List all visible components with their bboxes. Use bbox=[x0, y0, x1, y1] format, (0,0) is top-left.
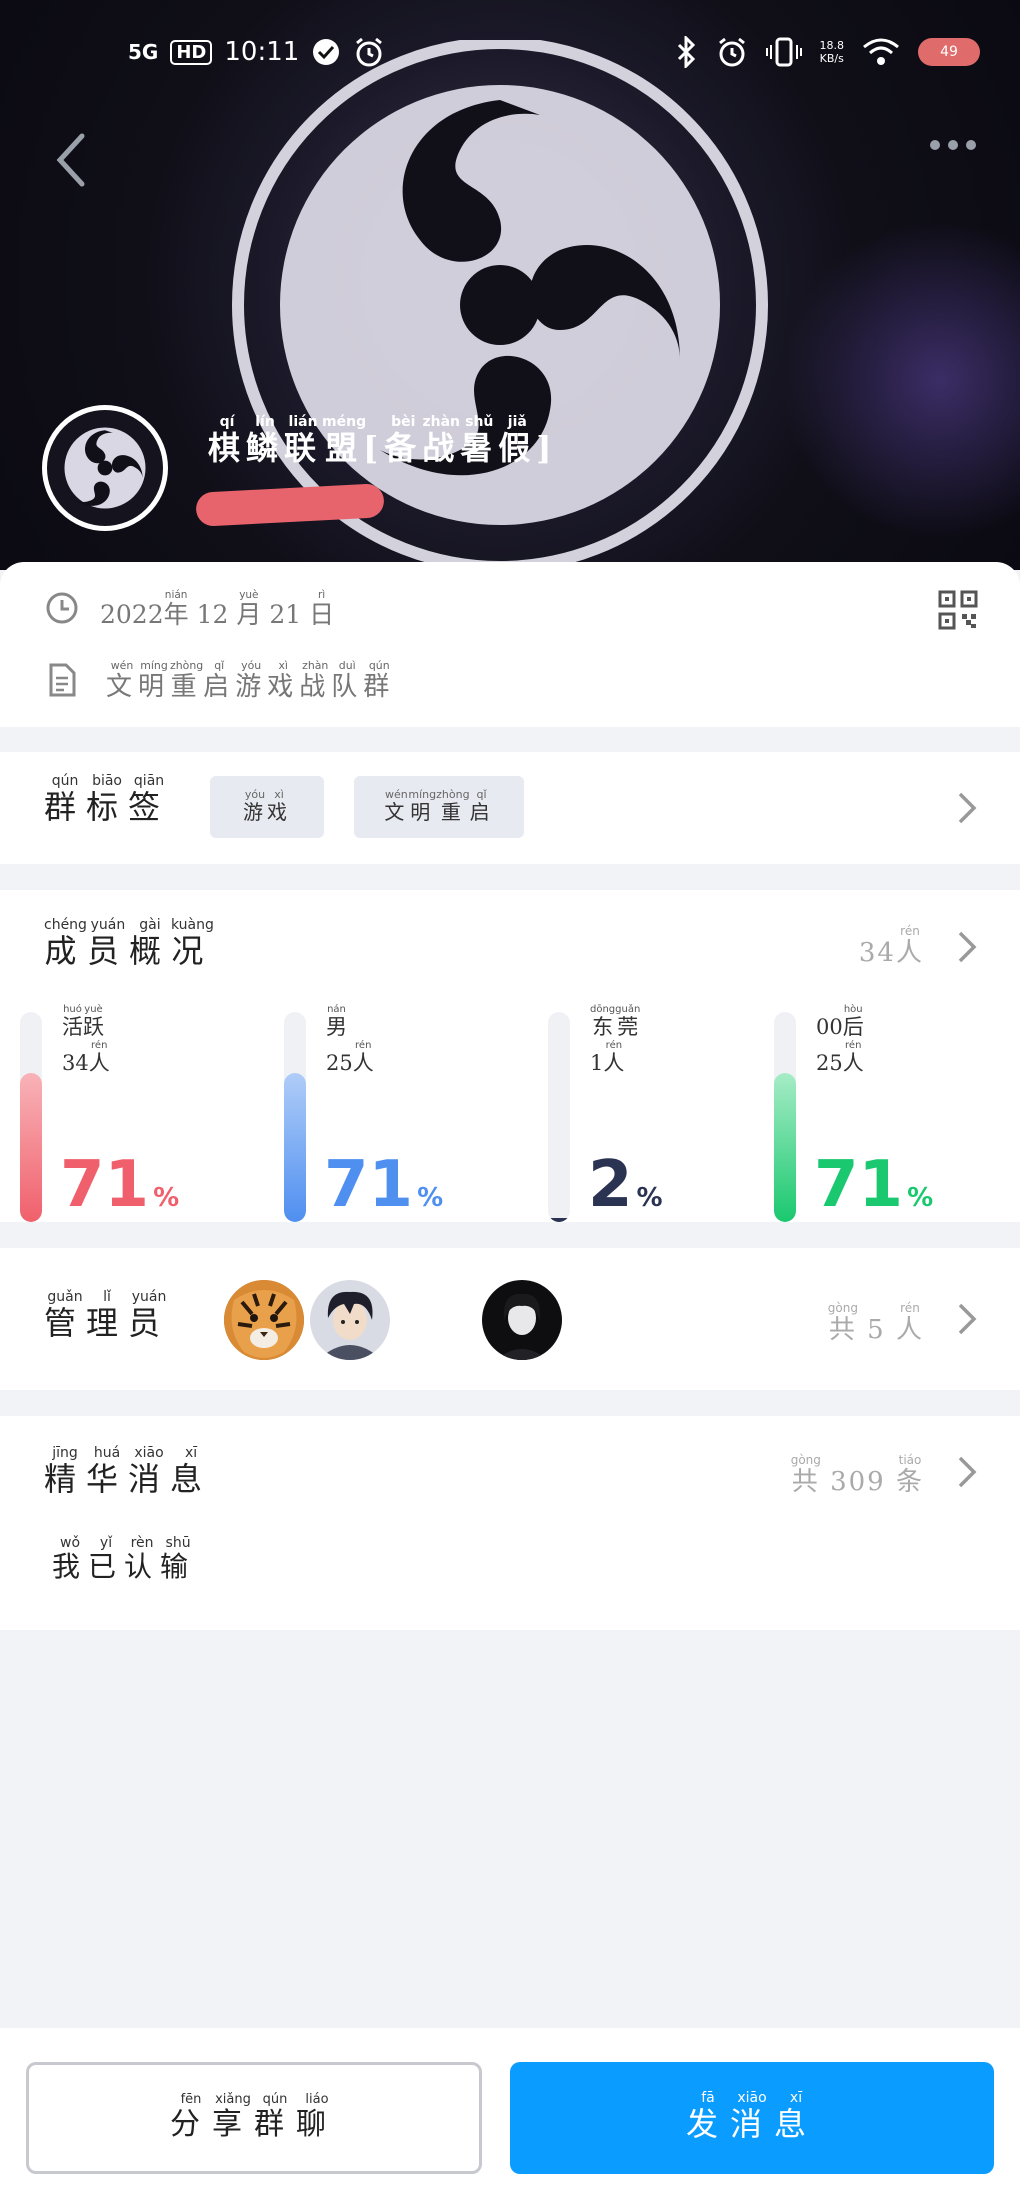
essence-preview-text[interactable]: 我wǒ已yǐ认rèn输shū bbox=[52, 1535, 196, 1585]
stat-bar-fill bbox=[774, 1073, 796, 1222]
admin-avatar[interactable] bbox=[482, 1280, 562, 1360]
stat-bar-track bbox=[20, 1012, 42, 1222]
tags-section-title: 群qún标biāo签qiān bbox=[44, 773, 171, 826]
essence-section-title: 精jīng华huá消xiāo息xī bbox=[44, 1445, 213, 1498]
status-time: 10:11 bbox=[224, 37, 300, 67]
alarm-icon bbox=[718, 37, 745, 67]
alarm-icon bbox=[356, 37, 383, 67]
stat-bar-fill bbox=[284, 1073, 306, 1222]
group-header-banner: 5G HD 10:11 18.8 KB/s 49 棋qí鳞lín联lián盟mé… bbox=[0, 0, 1020, 570]
stat-percent: 2% bbox=[588, 1148, 663, 1222]
stat-bar-track bbox=[548, 1012, 570, 1222]
qr-code-icon[interactable] bbox=[938, 590, 978, 630]
admin-total: 共gòng 5 人rén bbox=[827, 1301, 924, 1345]
stat-bar-track bbox=[774, 1012, 796, 1222]
share-group-button[interactable]: 分fēn 享xiǎng 群qún 聊liáo bbox=[26, 2062, 482, 2174]
stat-label: 活huó跃yuè bbox=[62, 1004, 104, 1039]
bluetooth-icon bbox=[677, 36, 695, 68]
clock-icon bbox=[46, 592, 78, 624]
member-total: 34人rén bbox=[858, 924, 924, 968]
created-date: 2022年nián 12 月yuè 21 日rì bbox=[100, 589, 335, 629]
chevron-right-icon[interactable] bbox=[956, 930, 978, 964]
stat-label: 东dōng莞guǎn bbox=[590, 1004, 641, 1039]
stat-label: 男nán bbox=[326, 1004, 347, 1039]
member-stat-0: 活huó跃yuè 34人rén 71% bbox=[20, 1000, 260, 1222]
member-stat-1: 男nán 25人rén 71% bbox=[284, 1000, 524, 1222]
admin-avatar[interactable] bbox=[224, 1280, 304, 1360]
document-icon bbox=[49, 663, 76, 697]
send-message-button[interactable]: 发fā 消xiāo 息xī bbox=[510, 2062, 994, 2174]
stat-count: 1人rén bbox=[590, 1040, 625, 1075]
check-circle-icon bbox=[313, 39, 340, 65]
members-section-title: 成chéng员yuán概gài况kuàng bbox=[44, 917, 214, 970]
stat-label: 00后hòu bbox=[816, 1004, 864, 1039]
wifi-icon bbox=[863, 38, 899, 65]
network-indicator: 5G bbox=[128, 40, 159, 64]
member-stat-3: 00后hòu 25人rén 71% bbox=[774, 1000, 1014, 1222]
more-icon[interactable] bbox=[930, 140, 976, 150]
chevron-right-icon[interactable] bbox=[956, 1455, 978, 1489]
stat-count: 25人rén bbox=[816, 1040, 864, 1075]
stat-percent: 71% bbox=[60, 1148, 180, 1222]
admin-avatar[interactable] bbox=[310, 1280, 390, 1360]
banner-glow bbox=[780, 220, 1020, 540]
stat-count: 25人rén bbox=[326, 1040, 374, 1075]
stat-percent: 71% bbox=[324, 1148, 444, 1222]
speed-unit: KB/s bbox=[819, 52, 844, 65]
vibrate-icon bbox=[765, 37, 802, 67]
chevron-right-icon[interactable] bbox=[956, 791, 978, 825]
member-stat-2: 东dōng莞guǎn 1人rén 2% bbox=[548, 1000, 788, 1222]
stat-count: 34人rén bbox=[62, 1040, 110, 1075]
stat-bar-track bbox=[284, 1012, 306, 1222]
speed-value: 18.8 bbox=[819, 39, 845, 52]
stat-percent: 71% bbox=[814, 1148, 934, 1222]
status-bar: 5G HD 10:11 18.8 KB/s 49 bbox=[0, 0, 1020, 110]
hd-badge: HD bbox=[170, 39, 213, 65]
tag-chip: 游yóu 戏xì bbox=[210, 776, 324, 838]
essence-total: 共gòng 309 条tiáo bbox=[790, 1453, 924, 1497]
chevron-right-icon[interactable] bbox=[956, 1302, 978, 1336]
stat-bar-fill bbox=[548, 1218, 570, 1222]
back-icon[interactable] bbox=[52, 130, 92, 190]
stat-bar-fill bbox=[20, 1073, 42, 1222]
battery-indicator: 49 bbox=[918, 38, 980, 66]
admins-section-title: 管guǎn理lǐ员yuán bbox=[44, 1289, 171, 1342]
tag-chip: 文wén 明míng 重zhòng 启qǐ bbox=[354, 776, 524, 838]
group-avatar[interactable] bbox=[42, 405, 168, 531]
group-description: 文wén明míng重zhòng启qǐ游yóu戏xì战zhàn队duì群qún bbox=[106, 659, 396, 702]
group-name: 棋qí鳞lín联lián盟méng[备bèi战zhàn暑shǔ假jiǎ] bbox=[208, 414, 558, 467]
